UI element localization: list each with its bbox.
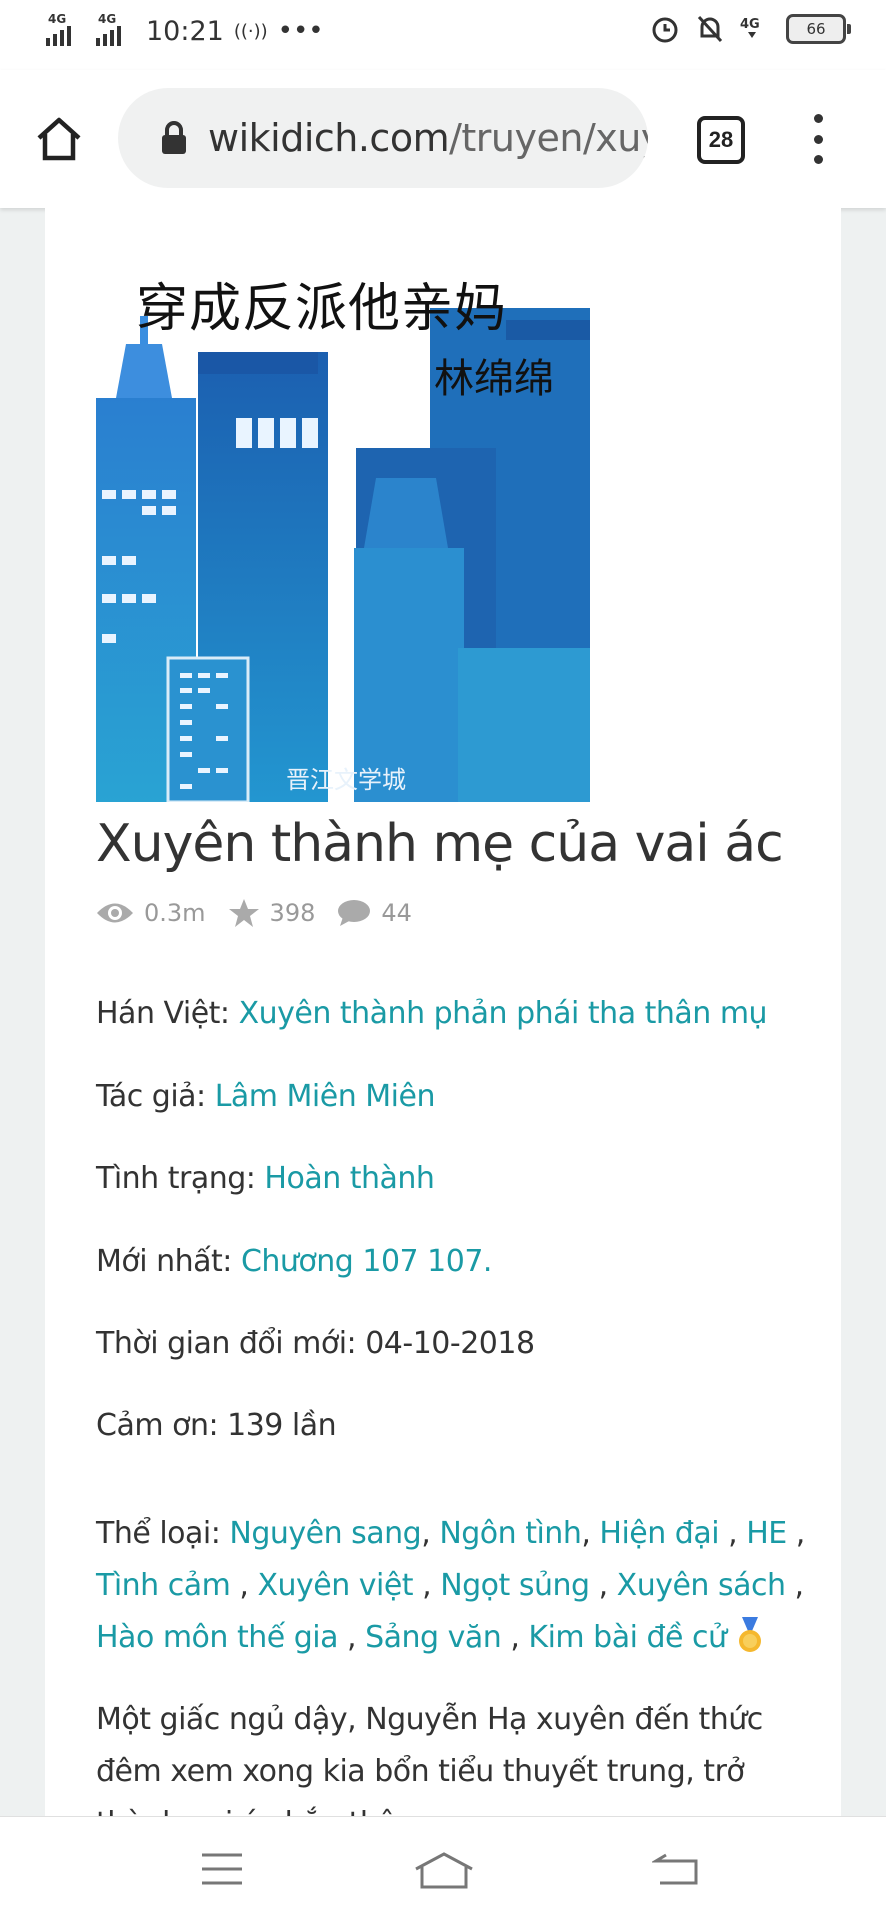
genre-link[interactable]: Ngọt sủng [440,1568,590,1603]
genre-link[interactable]: HE [746,1516,787,1551]
genre-link[interactable]: Hiện đại [599,1516,719,1551]
genre-link[interactable]: Xuyên sách [617,1568,786,1603]
menu-icon[interactable] [200,1851,244,1887]
more-notifications-icon: ••• [277,16,324,46]
genre-link[interactable]: Xuyên việt [257,1568,413,1603]
views-count: 0.3m [144,899,206,927]
stars-count: 398 [269,899,316,927]
genre-link[interactable]: Nguyên sang [229,1516,421,1551]
genre-link[interactable]: Tình cảm [96,1568,231,1603]
status-row: Tình trạng: Hoàn thành [96,1161,435,1196]
comments-count: 44 [381,899,412,927]
cover-title: 穿成反派他亲妈 [136,279,508,339]
genre-link[interactable]: Hào môn thế gia [96,1620,339,1655]
latest-chapter-row: Mới nhất: Chương 107 107. [96,1244,492,1279]
alarm-icon [652,17,678,43]
status-bar: 4G 4G 10:21 ((·)) ••• 4G 66 [0,0,886,70]
home-nav-icon[interactable] [414,1851,474,1891]
views-stat: 0.3m [96,899,206,927]
han-viet-label: Hán Việt: [96,996,239,1031]
url-text: wikidich.com/truyen/xuye [208,116,648,160]
book-description: Một giấc ngủ dậy, Nguyễn Hạ xuyên đến th… [96,1702,763,1816]
signal-icon: 4G [96,12,136,48]
url-host: wikidich.com [208,116,450,160]
book-title: Xuyên thành mẹ của vai ác [96,814,784,874]
book-detail-card: 穿成反派他亲妈 林绵绵 晋江文学城 Xuyên thành mẹ của vai… [45,208,841,1816]
stars-stat: 398 [228,898,316,928]
cover-publisher: 晋江文学城 [286,766,406,794]
genre-label: Thể loại: [96,1516,230,1551]
medal-icon [738,1617,761,1652]
clock: 10:21 [146,15,224,47]
comments-stat: 44 [337,899,412,927]
book-cover[interactable]: 穿成反派他亲妈 林绵绵 晋江文学城 [96,248,590,802]
signal-icon: 4G [46,12,86,48]
updated-row: Thời gian đổi mới: 04-10-2018 [96,1326,535,1361]
back-icon[interactable] [652,1851,698,1887]
cover-author: 林绵绵 [434,356,554,402]
tab-switcher-button[interactable]: 28 [697,116,745,164]
svg-text:4G: 4G [740,17,760,32]
genre-row: Thể loại: Nguyên sang, Ngôn tình, Hiện đ… [96,1516,805,1655]
network-type-label: 4G [98,12,117,26]
system-nav-bar [0,1816,886,1921]
author-row: Tác giả: Lâm Miên Miên [96,1079,435,1114]
network-type-label: 4G [48,12,67,26]
author-link[interactable]: Lâm Miên Miên [215,1079,436,1114]
author-label: Tác giả: [96,1079,215,1114]
network-4g-icon: 4G [740,17,760,38]
genre-link[interactable]: Sảng văn [365,1620,502,1655]
thanks-row: Cảm ơn: 139 lần [96,1408,337,1443]
mute-bell-icon [697,15,723,43]
latest-label: Mới nhất: [96,1244,241,1279]
latest-chapter-link[interactable]: Chương 107 107. [241,1244,493,1279]
eye-icon [97,903,133,923]
genre-link[interactable]: Kim bài đề cử [528,1620,727,1655]
home-icon[interactable] [34,114,84,164]
star-icon [228,899,259,927]
status-link[interactable]: Hoàn thành [264,1161,435,1196]
battery-indicator: 66 [786,14,851,44]
lock-icon [162,121,186,154]
comment-icon [338,900,371,926]
book-stats: 0.3m 398 44 [96,898,434,928]
more-vert-icon[interactable] [805,114,831,164]
browser-toolbar: wikidich.com/truyen/xuye 28 [0,70,886,208]
han-viet-row: Hán Việt: Xuyên thành phản phái tha thân… [96,996,768,1031]
url-path: /truyen/xuye [449,116,648,160]
han-viet-link[interactable]: Xuyên thành phản phái tha thân mụ [239,996,768,1031]
hotspot-icon: ((·)) [233,20,268,42]
address-bar[interactable]: wikidich.com/truyen/xuye [118,88,648,188]
status-label: Tình trạng: [96,1161,265,1196]
genre-link[interactable]: Ngôn tình [439,1516,582,1551]
